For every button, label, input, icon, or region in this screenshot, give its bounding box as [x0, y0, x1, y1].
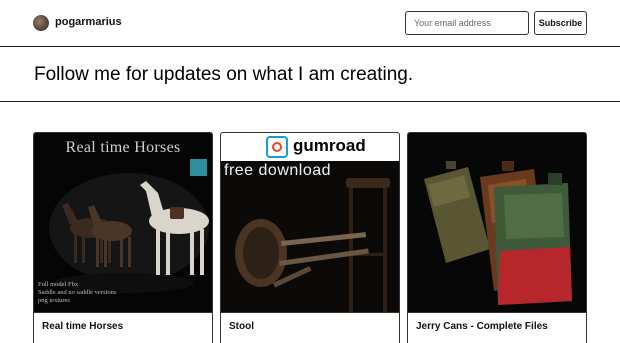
product-card-horses[interactable]: Real time Horses Full model Fbx Saddle a… — [33, 132, 213, 343]
engine-badge-icon — [190, 159, 207, 176]
email-field[interactable] — [405, 11, 529, 35]
image-note: Saddle and no saddle versions — [38, 289, 117, 296]
gumroad-logo-icon — [266, 136, 288, 158]
image-heading: Real time Horses — [65, 139, 181, 156]
product-title[interactable]: Stool — [229, 321, 254, 332]
product-title[interactable]: Real time Horses — [42, 321, 123, 332]
card-divider — [34, 312, 212, 313]
subscribe-button[interactable]: Subscribe — [534, 11, 587, 35]
image-notes: Full model Fbx Saddle and no saddle vers… — [38, 281, 116, 305]
image-note: Full model Fbx — [38, 281, 79, 288]
hero-section: Follow me for updates on what I am creat… — [0, 47, 620, 102]
site-header: pogarmarius Subscribe — [0, 0, 620, 47]
image-heading: free download — [224, 162, 332, 179]
brand-name: gumroad — [293, 136, 366, 155]
brand-banner: gumroad — [221, 133, 399, 161]
username[interactable]: pogarmarius — [55, 16, 122, 28]
product-thumbnail[interactable]: gumroad free download — [221, 133, 399, 312]
product-thumbnail[interactable] — [408, 133, 586, 312]
jerry-cans-illustration — [408, 133, 586, 312]
avatar[interactable] — [33, 15, 49, 31]
page-title: Follow me for updates on what I am creat… — [34, 64, 414, 85]
image-note: png textures — [38, 297, 70, 304]
card-divider — [408, 312, 586, 313]
product-title[interactable]: Jerry Cans - Complete Files — [416, 321, 548, 332]
product-card-stool[interactable]: gumroad free download Stool — [220, 132, 400, 343]
product-thumbnail[interactable]: Real time Horses Full model Fbx Saddle a… — [34, 133, 212, 312]
card-divider — [221, 312, 399, 313]
product-card-jerry-cans[interactable]: Jerry Cans - Complete Files — [407, 132, 587, 343]
